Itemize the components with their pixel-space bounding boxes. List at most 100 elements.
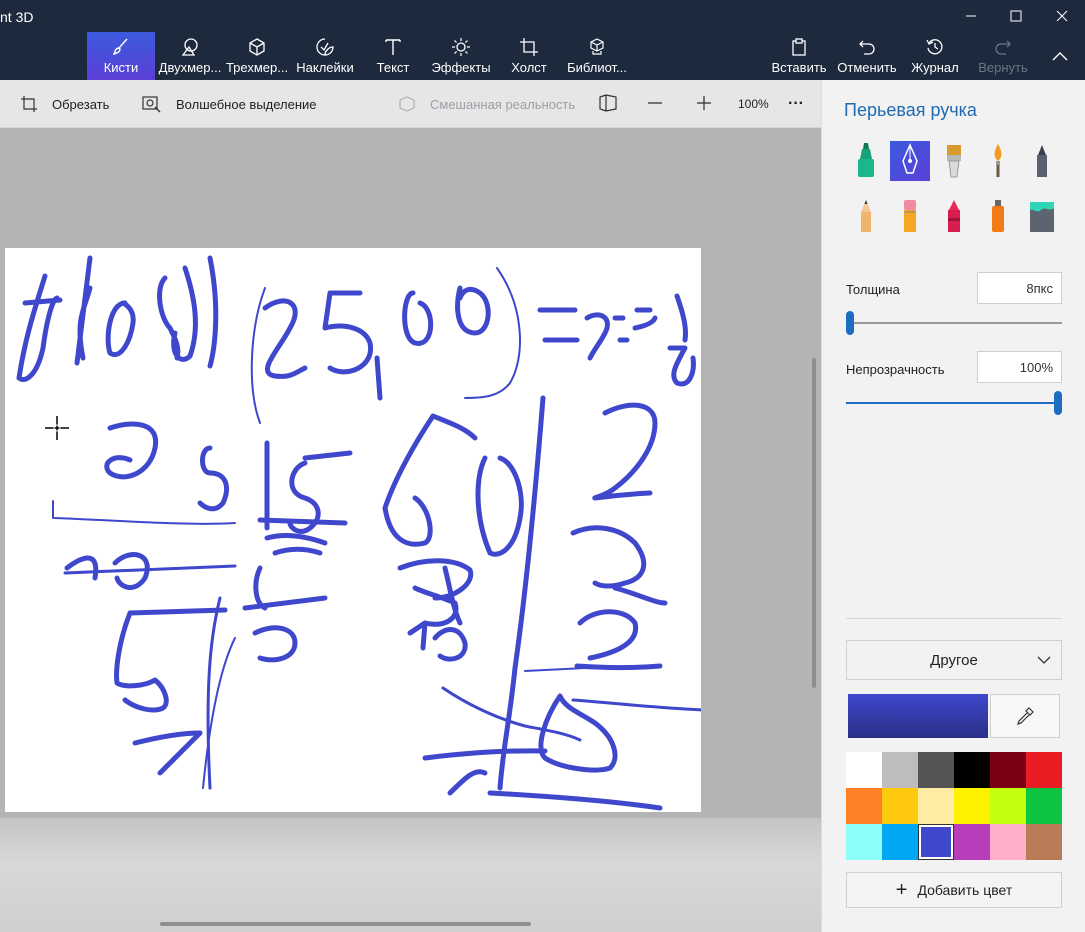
eraser-brush[interactable] <box>890 196 930 236</box>
redo-button[interactable]: Вернуть <box>977 32 1029 80</box>
tab-label: Холст <box>511 60 547 75</box>
more-options-button[interactable]: ··· <box>788 80 804 128</box>
magic-select-icon <box>142 95 162 113</box>
color-swatch[interactable] <box>918 752 954 788</box>
maximize-button[interactable] <box>993 0 1039 32</box>
undo-button[interactable]: Отменить <box>837 32 897 80</box>
color-swatches <box>846 752 1062 860</box>
color-swatch[interactable] <box>954 752 990 788</box>
color-swatch[interactable] <box>1026 824 1062 860</box>
tab-label: Эффекты <box>431 60 491 75</box>
tab-effects[interactable]: Эффекты <box>430 32 492 80</box>
history-button[interactable]: Журнал <box>909 32 961 80</box>
spray-can-brush[interactable] <box>978 196 1018 236</box>
plus-icon <box>695 94 713 115</box>
opacity-label: Непрозрачность <box>846 362 945 377</box>
color-swatch[interactable] <box>846 824 882 860</box>
redo-icon <box>992 37 1014 57</box>
thickness-slider-thumb[interactable] <box>846 311 854 335</box>
tab-brushes[interactable]: Кисти <box>87 32 155 80</box>
color-swatch[interactable] <box>846 788 882 824</box>
watercolor-brush[interactable] <box>978 141 1018 181</box>
title-bar: nt 3D Кисти Двухмер... Трехмер... Наклей… <box>0 0 1085 80</box>
current-color-preview[interactable] <box>848 694 988 738</box>
tab-library[interactable]: Библиот... <box>566 32 628 80</box>
paste-icon <box>788 37 810 57</box>
thickness-slider-track[interactable] <box>850 322 1062 324</box>
fill-bucket-icon <box>1030 202 1054 232</box>
color-swatch[interactable] <box>846 752 882 788</box>
crosshair-cursor-icon <box>45 416 69 440</box>
opacity-input[interactable]: 100% <box>977 351 1062 383</box>
tab-2d-shapes[interactable]: Двухмер... <box>157 32 223 80</box>
opacity-slider-fill <box>846 402 1058 404</box>
effects-icon <box>450 37 472 57</box>
action-label: Отменить <box>837 60 897 75</box>
zoom-in-button[interactable] <box>695 80 713 128</box>
color-swatch[interactable] <box>990 752 1026 788</box>
crop-label: Обрезать <box>52 96 110 112</box>
color-swatch[interactable] <box>990 824 1026 860</box>
tab-label: Кисти <box>103 60 139 75</box>
action-label: Вставить <box>771 60 827 75</box>
tab-label: Трехмер... <box>225 60 289 75</box>
fill-brush[interactable] <box>1022 196 1062 236</box>
close-button[interactable] <box>1039 0 1085 32</box>
minimize-button[interactable] <box>948 0 994 32</box>
color-swatch[interactable] <box>954 824 990 860</box>
calligraphy-pen-brush[interactable] <box>890 141 930 181</box>
eyedropper-icon <box>1017 707 1034 725</box>
marker-brush[interactable] <box>846 141 886 181</box>
pixel-pen-brush[interactable] <box>1022 141 1062 181</box>
color-swatch[interactable] <box>918 788 954 824</box>
zoom-level[interactable]: 100% <box>738 80 769 128</box>
opacity-slider-thumb[interactable] <box>1054 391 1062 415</box>
action-label: Журнал <box>911 60 959 75</box>
tab-stickers[interactable]: Наклейки <box>294 32 356 80</box>
magic-select-label: Волшебное выделение <box>176 96 317 112</box>
3d-view-button[interactable] <box>598 80 618 128</box>
drawing-canvas[interactable] <box>5 248 707 812</box>
2d-shapes-icon <box>179 37 201 57</box>
tab-3d-shapes[interactable]: Трехмер... <box>226 32 288 80</box>
ink-strokes <box>16 255 707 811</box>
eraser-icon <box>904 200 916 232</box>
mixed-reality-button[interactable]: Смешанная реальность <box>398 80 575 128</box>
text-icon <box>382 37 404 57</box>
crayon-brush[interactable] <box>934 196 974 236</box>
horizontal-scrollbar[interactable] <box>160 922 531 926</box>
color-swatch[interactable] <box>1026 752 1062 788</box>
color-swatch[interactable] <box>918 824 954 860</box>
calligraphy-pen-icon <box>902 143 918 174</box>
pixel-pen-icon <box>1037 145 1047 177</box>
color-swatch[interactable] <box>882 788 918 824</box>
zoom-out-button[interactable] <box>646 80 664 128</box>
color-swatch[interactable] <box>882 752 918 788</box>
pencil-brush[interactable] <box>846 196 886 236</box>
eyedropper-button[interactable] <box>990 694 1060 738</box>
mixed-reality-icon <box>398 95 416 113</box>
history-icon <box>924 37 946 57</box>
mixed-reality-label: Смешанная реальность <box>430 96 576 112</box>
close-icon <box>1056 10 1068 22</box>
watercolor-icon <box>994 144 1002 177</box>
paste-button[interactable]: Вставить <box>771 32 827 80</box>
minus-icon <box>646 94 664 115</box>
oil-brush[interactable] <box>934 141 974 181</box>
stickers-icon <box>314 37 336 57</box>
color-swatch[interactable] <box>882 824 918 860</box>
color-swatch[interactable] <box>1026 788 1062 824</box>
collapse-ribbon-button[interactable] <box>1040 40 1080 72</box>
color-swatch[interactable] <box>990 788 1026 824</box>
3d-view-icon <box>598 93 618 115</box>
color-swatch[interactable] <box>954 788 990 824</box>
3d-shapes-icon <box>246 37 268 57</box>
vertical-scrollbar[interactable] <box>812 358 816 688</box>
palette-dropdown[interactable]: Другое <box>846 640 1062 680</box>
tab-canvas[interactable]: Холст <box>504 32 554 80</box>
thickness-input[interactable]: 8пкс <box>977 272 1062 304</box>
add-color-button[interactable]: + Добавить цвет <box>846 872 1062 908</box>
magic-select-button[interactable]: Волшебное выделение <box>142 80 317 128</box>
tab-text[interactable]: Текст <box>367 32 419 80</box>
crop-button[interactable]: Обрезать <box>20 80 109 128</box>
